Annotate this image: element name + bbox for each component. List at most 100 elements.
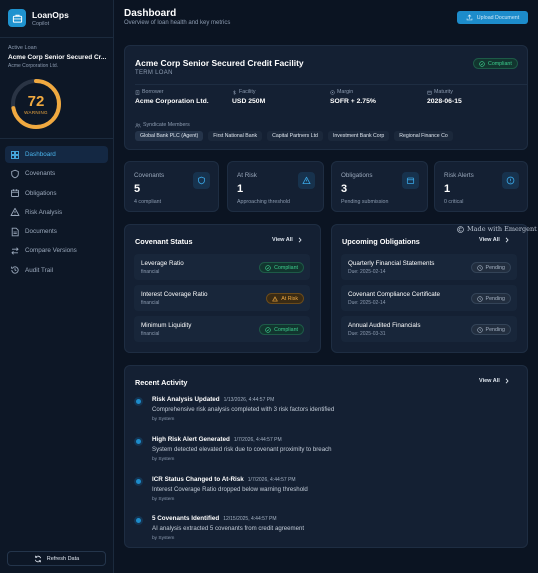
facility-amount-value: USD 250M — [232, 98, 266, 105]
obligation-name: Annual Audited Financials — [348, 322, 421, 329]
timeline-dot — [136, 518, 141, 523]
stat-label: Covenants — [134, 172, 165, 179]
activity-title: ICR Status Changed to At-Risk — [152, 476, 244, 483]
risk-score-value: 72 — [27, 93, 45, 110]
obligation-name: Quarterly Financial Statements — [348, 260, 435, 267]
view-all-obligations-link[interactable]: View All — [479, 237, 509, 243]
status-badge: Compliant — [259, 262, 304, 273]
status-badge: Compliant — [259, 324, 304, 335]
obligation-due: Due: 2025-02-14 — [348, 269, 386, 275]
covenant-name: Interest Coverage Ratio — [141, 291, 208, 298]
activity-title: 5 Covenants Identified — [152, 515, 220, 522]
stat-value: 5 — [134, 183, 141, 195]
syndicate-label-text: Syndicate Members — [143, 122, 190, 128]
sidebar-item-audit-trail[interactable]: Audit Trail — [5, 262, 108, 279]
obligation-row[interactable]: Annual Audited Financials Due: 2025-03-3… — [341, 316, 517, 342]
stat-subtext: Pending submission — [341, 199, 389, 205]
shield-icon — [193, 172, 210, 189]
covenant-category: financial — [141, 331, 160, 337]
status-badge-label: At Risk — [281, 295, 298, 302]
active-loan-borrower: Acme Corporation Ltd. — [8, 63, 59, 69]
obligation-row[interactable]: Covenant Compliance Certificate Due: 202… — [341, 285, 517, 311]
stat-card-obligations[interactable]: Obligations 3 Pending submission — [331, 161, 428, 212]
emergent-logo-icon — [457, 225, 464, 233]
view-all-activity-link[interactable]: View All — [479, 378, 509, 384]
upload-document-button[interactable]: Upload Document — [457, 11, 528, 24]
active-loan: Active Loan Acme Corp Senior Secured Cr.… — [8, 45, 108, 69]
sidebar-item-risk-analysis[interactable]: Risk Analysis — [5, 204, 108, 221]
view-all-label: View All — [479, 237, 500, 243]
syndicate-label: Syndicate Members — [135, 122, 190, 128]
covenant-category: financial — [141, 269, 160, 275]
stat-card-risk-alerts[interactable]: Risk Alerts 1 0 critical — [434, 161, 528, 212]
covenant-row[interactable]: Interest Coverage Ratio financial At Ris… — [134, 285, 310, 311]
covenant-row[interactable]: Leverage Ratio financial Compliant — [134, 254, 310, 280]
maturity-field: Maturity 2028-06-15 — [427, 89, 462, 105]
view-all-covenants-link[interactable]: View All — [272, 237, 302, 243]
syndicate-chip: Global Bank PLC (Agent) — [135, 131, 204, 141]
divider — [0, 37, 114, 38]
maturity-label: Maturity — [434, 89, 453, 95]
clock-icon — [476, 326, 483, 333]
sidebar-item-label: Audit Trail — [25, 266, 53, 274]
sidebar-item-covenants[interactable]: Covenants — [5, 165, 108, 182]
upload-label: Upload Document — [476, 14, 520, 21]
facility-type: TERM LOAN — [135, 70, 173, 76]
stat-label: Risk Alerts — [444, 172, 474, 179]
status-badge-label: Compliant — [274, 326, 298, 333]
status-badge-label: Pending — [485, 295, 505, 302]
compare-icon — [10, 246, 20, 256]
stat-value: 3 — [341, 183, 348, 195]
stat-label: At Risk — [237, 172, 257, 179]
made-with-emergent-badge[interactable]: Made with Emergent — [457, 225, 537, 233]
margin-value: SOFR + 2.75% — [330, 98, 376, 105]
status-badge-label: Pending — [485, 326, 505, 333]
activity-title: High Risk Alert Generated — [152, 436, 230, 443]
warning-icon — [10, 207, 20, 217]
sidebar-item-documents[interactable]: Documents — [5, 223, 108, 240]
activity-description: Interest Coverage Ratio dropped below wa… — [152, 486, 308, 493]
maturity-value: 2028-06-15 — [427, 98, 462, 105]
main-content: Dashboard Overview of loan health and ke… — [114, 0, 538, 573]
refresh-label: Refresh Data — [46, 555, 80, 562]
sidebar-item-dashboard[interactable]: Dashboard — [5, 146, 108, 163]
sidebar-item-obligations[interactable]: Obligations — [5, 185, 108, 202]
stat-card-at-risk[interactable]: At Risk 1 Approaching threshold — [227, 161, 324, 212]
percent-icon — [330, 89, 335, 95]
stat-label: Obligations — [341, 172, 373, 179]
sidebar-item-label: Covenants — [25, 170, 56, 178]
users-icon — [135, 122, 141, 128]
view-all-label: View All — [272, 237, 293, 243]
clock-icon — [476, 295, 483, 302]
sidebar-item-compare-versions[interactable]: Compare Versions — [5, 242, 108, 259]
stat-value: 1 — [237, 183, 244, 195]
timeline-dot — [136, 439, 141, 444]
covenant-row[interactable]: Minimum Liquidity financial Compliant — [134, 316, 310, 342]
activity-description: System detected elevated risk due to cov… — [152, 446, 332, 453]
check-circle-icon — [265, 326, 271, 333]
status-badge: At Risk — [266, 293, 304, 304]
stat-card-covenants[interactable]: Covenants 5 4 compliant — [124, 161, 219, 212]
stat-subtext: 0 critical — [444, 199, 464, 205]
activity-description: AI analysis extracted 5 covenants from c… — [152, 525, 305, 532]
activity-title: Risk Analysis Updated — [152, 396, 220, 403]
brand[interactable]: LoanOps Copilot — [8, 9, 69, 27]
borrower-field: Borrower Acme Corporation Ltd. — [135, 89, 209, 105]
section-title: Recent Activity — [135, 378, 188, 387]
active-loan-name: Acme Corp Senior Secured Cr... — [8, 54, 107, 61]
obligation-row[interactable]: Quarterly Financial Statements Due: 2025… — [341, 254, 517, 280]
status-badge-label: Compliant — [274, 264, 298, 271]
activity-time: 1/13/2026, 4:44:57 PM — [223, 397, 275, 403]
refresh-data-button[interactable]: Refresh Data — [7, 551, 106, 566]
status-badge: Pending — [470, 293, 511, 304]
risk-score-gauge: 72 WARNING — [9, 77, 63, 131]
status-badge: Pending — [470, 262, 511, 273]
sidebar-item-label: Risk Analysis — [25, 208, 63, 216]
obligation-name: Covenant Compliance Certificate — [348, 291, 441, 298]
page-title: Dashboard — [124, 8, 177, 19]
borrower-label: Borrower — [142, 89, 164, 95]
risk-score-status: WARNING — [24, 110, 48, 115]
syndicate-members: Global Bank PLC (Agent) First National B… — [135, 131, 458, 141]
divider — [0, 138, 114, 139]
active-loan-label: Active Loan — [8, 45, 37, 51]
